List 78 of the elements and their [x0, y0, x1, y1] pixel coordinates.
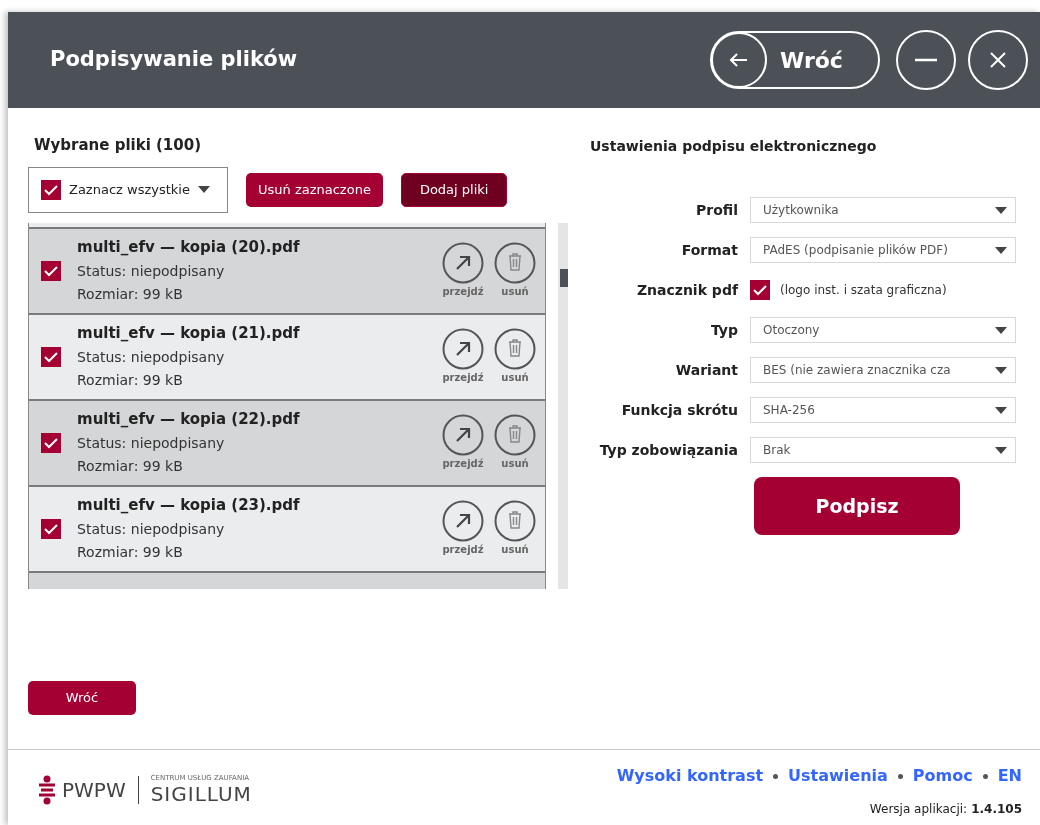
select-all-label: Zaznacz wszystkie: [69, 180, 190, 199]
bullet-icon: [773, 773, 779, 779]
field-label: Format: [680, 240, 739, 260]
trash-icon: [494, 500, 536, 542]
select-field[interactable]: BES (nie zawiera znacznika cza: [750, 357, 1016, 383]
go-to-file-button[interactable]: przejdź: [441, 328, 485, 385]
go-to-file-button[interactable]: przejdź: [441, 414, 485, 471]
field-label: Znacznik pdf: [635, 280, 740, 300]
close-icon: [990, 52, 1006, 68]
back-button[interactable]: Wróć: [28, 680, 136, 715]
dropdown-caret-icon: [995, 366, 1007, 374]
select-field[interactable]: Brak: [750, 437, 1016, 463]
close-button[interactable]: [968, 30, 1028, 90]
select-field[interactable]: Użytkownika: [750, 197, 1016, 223]
delete-file-button[interactable]: usuń: [493, 500, 537, 557]
field-label: Typ: [709, 320, 739, 340]
file-status: Status: niepodpisany: [77, 519, 226, 539]
brand-name: PWPW: [62, 777, 126, 804]
version-label: Wersja aplikacji:: [869, 802, 968, 816]
dropdown-caret-icon: [995, 206, 1007, 214]
sign-button[interactable]: Podpisz: [754, 477, 960, 535]
select-field[interactable]: SHA-256: [750, 397, 1016, 423]
file-status: Status: niepodpisany: [77, 261, 226, 281]
figure-logo-icon: [38, 775, 56, 805]
trash-icon: [494, 414, 536, 456]
back-button[interactable]: Wróć: [710, 31, 880, 89]
file-status: Status: niepodpisany: [77, 347, 226, 367]
file-size: Rozmiar: 99 kB: [77, 542, 184, 562]
checkbox[interactable]: [41, 179, 61, 200]
field-label: Wariant: [674, 360, 739, 380]
dropdown-caret-icon: [197, 186, 210, 193]
footer-link[interactable]: Ustawienia: [788, 764, 888, 788]
checkbox[interactable]: [41, 432, 61, 453]
file-size: Rozmiar: 99 kB: [77, 370, 184, 390]
minimize-button[interactable]: [896, 30, 956, 90]
field-label: Profil: [695, 200, 739, 220]
delete-file-button[interactable]: usuń: [493, 328, 537, 385]
file-size: Rozmiar: 99 kB: [77, 456, 184, 476]
select-field[interactable]: Otoczony: [750, 317, 1016, 343]
checkbox[interactable]: [41, 346, 61, 367]
dropdown-caret-icon: [995, 326, 1007, 334]
delete-file-button[interactable]: usuń: [493, 242, 537, 299]
version-number: 1.4.105: [971, 802, 1022, 816]
checkbox-label: (logo inst. i szata graficzna): [780, 282, 947, 299]
dropdown-caret-icon: [995, 246, 1007, 254]
dropdown-caret-icon: [995, 446, 1007, 454]
footer-link[interactable]: Pomoc: [912, 764, 973, 788]
bullet-icon: [982, 773, 988, 779]
go-to-file-button[interactable]: przejdź: [441, 242, 485, 299]
remove-selected-button[interactable]: Usuń zaznaczone: [246, 172, 383, 207]
select-field[interactable]: PAdES (podpisanie plików PDF): [750, 237, 1016, 263]
checkbox[interactable]: [41, 518, 61, 539]
file-status: Status: niepodpisany: [77, 433, 226, 453]
file-name: multi_efv — kopia (23).pdf: [77, 495, 301, 517]
delete-file-button[interactable]: usuń: [493, 414, 537, 471]
select-all-dropdown[interactable]: Zaznacz wszystkie: [28, 166, 228, 213]
file-size: Rozmiar: 99 kB: [77, 284, 184, 304]
settings-heading: Ustawienia podpisu elektronicznego: [590, 137, 878, 156]
file-name: multi_efv — kopia (22).pdf: [77, 409, 301, 431]
dropdown-caret-icon: [995, 406, 1007, 414]
file-name: multi_efv — kopia (20).pdf: [77, 237, 301, 259]
minimize-icon: [915, 58, 937, 62]
add-files-button[interactable]: Dodaj pliki: [400, 172, 508, 207]
footer-link[interactable]: EN: [997, 764, 1022, 788]
bullet-icon: [897, 773, 903, 779]
trash-icon: [494, 242, 536, 284]
trash-icon: [494, 328, 536, 370]
files-heading: Wybrane pliki (100): [34, 135, 203, 156]
scrollbar-thumb[interactable]: [560, 268, 568, 287]
checkbox[interactable]: [41, 260, 61, 281]
footer-link[interactable]: Wysoki kontrast: [616, 764, 764, 788]
checkbox[interactable]: [750, 280, 770, 300]
file-name: multi_efv — kopia (21).pdf: [77, 323, 301, 345]
field-label: Funkcja skrótu: [620, 400, 739, 420]
field-label: Typ zobowiązania: [598, 440, 739, 460]
product-name: SIGILLUM: [150, 782, 252, 806]
go-to-file-button[interactable]: przejdź: [441, 500, 485, 557]
window-title: Podpisywanie plików: [50, 46, 299, 74]
